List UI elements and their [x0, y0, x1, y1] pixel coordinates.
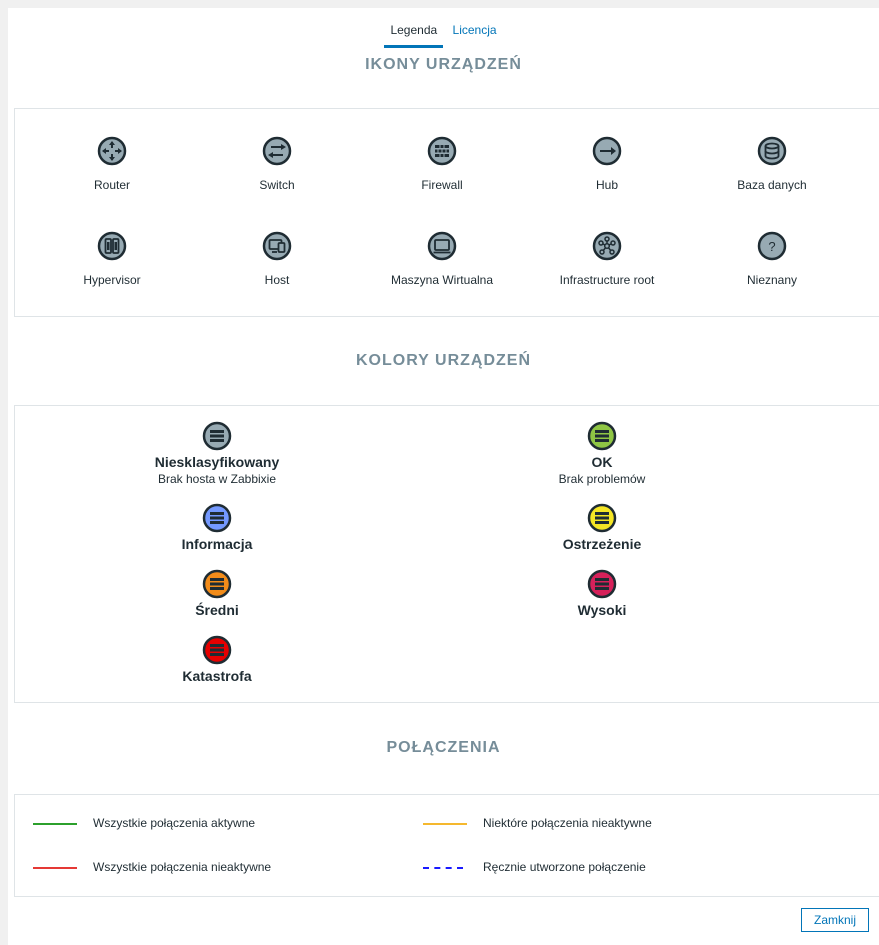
color-name: Ostrzeżenie — [562, 536, 642, 552]
tab-legend[interactable]: Legenda — [384, 22, 444, 48]
hub-icon — [592, 136, 622, 166]
device-icon-database: Baza danych — [687, 136, 857, 192]
connection-line — [423, 867, 463, 869]
device-icon-label: Baza danych — [737, 178, 807, 192]
connection-label: Niektóre połączenia nieaktywne — [483, 816, 652, 830]
virtual-machine-icon — [427, 231, 457, 261]
svg-text:?: ? — [768, 239, 775, 254]
color-item-high: Wysoki — [452, 569, 752, 618]
color-item-ok: OK Brak problemów — [452, 421, 752, 486]
device-icon-infrastructure-root: Infrastructure root — [522, 231, 692, 287]
device-icon-virtual-machine: Maszyna Wirtualna — [357, 231, 527, 287]
connection-line — [33, 823, 77, 825]
close-button[interactable]: Zamknij — [801, 908, 869, 932]
firewall-icon — [587, 569, 617, 599]
device-icons-box: Router Switch Firewall Hub Baza danych H… — [14, 108, 879, 317]
device-icon-label: Switch — [259, 178, 295, 192]
color-item-disaster: Katastrofa — [67, 635, 367, 684]
color-name: Niesklasyfikowany — [154, 454, 280, 470]
infrastructure-root-icon — [592, 231, 622, 261]
firewall-icon — [202, 421, 232, 451]
color-name: Informacja — [181, 536, 253, 552]
colors-section-title: KOLORY URZĄDZEŃ — [356, 352, 531, 369]
connection-manual: Ręcznie utworzone połączenie — [423, 860, 843, 876]
connection-label: Wszystkie połączenia aktywne — [93, 816, 256, 830]
unknown-icon: ? — [757, 231, 787, 261]
device-icon-switch: Switch — [192, 136, 362, 192]
device-icon-host: Host — [192, 231, 362, 287]
device-icon-label: Router — [93, 178, 131, 192]
hypervisor-icon — [97, 231, 127, 261]
color-item-not-classified: Niesklasyfikowany Brak hosta w Zabbixie — [67, 421, 367, 486]
color-item-average: Średni — [67, 569, 367, 618]
device-icon-hub: Hub — [522, 136, 692, 192]
icons-section-title: IKONY URZĄDZEŃ — [365, 56, 522, 73]
tab-license[interactable]: Licencja — [447, 22, 503, 48]
switch-icon — [262, 136, 292, 166]
connection-all-inactive: Wszystkie połączenia nieaktywne — [33, 860, 413, 876]
color-desc: Brak problemów — [558, 472, 646, 486]
device-icon-label: Hypervisor — [83, 273, 141, 287]
color-name: Średni — [195, 602, 239, 618]
host-icon — [262, 231, 292, 261]
tab-bar: Legenda Licencja — [8, 22, 879, 48]
firewall-icon — [587, 503, 617, 533]
router-icon — [97, 136, 127, 166]
firewall-icon — [587, 421, 617, 451]
connections-box: Wszystkie połączenia aktywne Niektóre po… — [14, 794, 879, 897]
firewall-icon — [202, 635, 232, 665]
device-icon-label: Infrastructure root — [559, 273, 655, 287]
device-icon-label: Nieznany — [746, 273, 798, 287]
color-name: Wysoki — [577, 602, 627, 618]
firewall-icon — [427, 136, 457, 166]
device-icon-hypervisor: Hypervisor — [27, 231, 197, 287]
connection-all-active: Wszystkie połączenia aktywne — [33, 816, 413, 832]
color-item-warning: Ostrzeżenie — [452, 503, 752, 552]
database-icon — [757, 136, 787, 166]
firewall-icon — [202, 503, 232, 533]
connection-label: Wszystkie połączenia nieaktywne — [93, 860, 272, 874]
device-icon-label: Hub — [595, 178, 618, 192]
connection-some-inactive: Niektóre połączenia nieaktywne — [423, 816, 843, 832]
firewall-icon — [202, 569, 232, 599]
connection-line — [33, 867, 77, 869]
color-item-information: Informacja — [67, 503, 367, 552]
connection-line — [423, 823, 467, 825]
device-icon-unknown: ? Nieznany — [687, 231, 857, 287]
legend-modal: Legenda Licencja IKONY URZĄDZEŃ Router S… — [8, 8, 879, 945]
connection-label: Ręcznie utworzone połączenie — [483, 860, 646, 874]
color-desc: Brak hosta w Zabbixie — [157, 472, 277, 486]
device-icon-firewall: Firewall — [357, 136, 527, 192]
connections-section-title: POŁĄCZENIA — [386, 739, 501, 756]
color-name: Katastrofa — [182, 668, 252, 684]
color-name: OK — [591, 454, 613, 470]
device-icon-label: Firewall — [421, 178, 463, 192]
device-icon-label: Host — [264, 273, 290, 287]
device-colors-box: Niesklasyfikowany Brak hosta w Zabbixie … — [14, 405, 879, 703]
device-icon-router: Router — [27, 136, 197, 192]
device-icon-label: Maszyna Wirtualna — [390, 273, 494, 287]
